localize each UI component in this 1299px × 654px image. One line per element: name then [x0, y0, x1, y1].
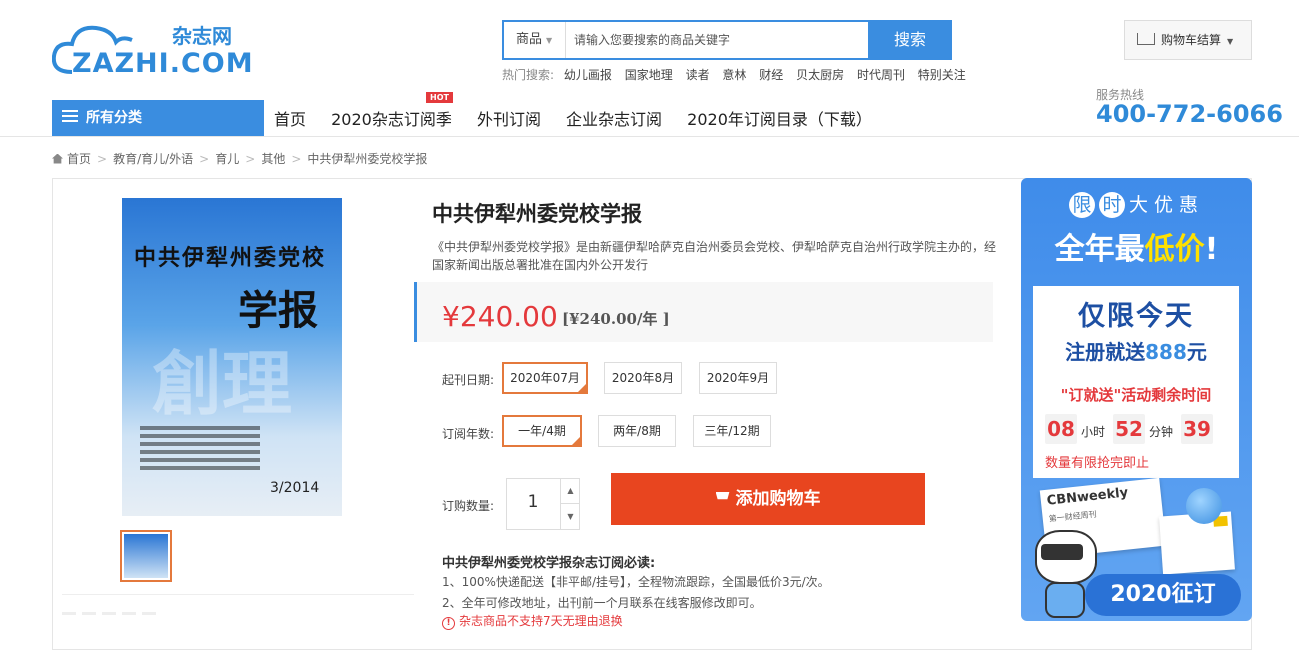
cover-watermark: 創理 [152, 343, 292, 425]
years-option[interactable]: 三年/12期 [693, 415, 771, 447]
breadcrumb: 首页 > 教育/育儿/外语 > 育儿 > 其他 > 中共伊犁州委党校学报 [52, 150, 427, 167]
hot-search-item[interactable]: 读者 [686, 68, 710, 82]
promo-today: 仅限今天 [1078, 301, 1194, 332]
cover-issue: 3/2014 [270, 480, 320, 496]
breadcrumb-item[interactable]: 首页 [67, 152, 91, 166]
promo-lowest-price: 全年最低价! [1054, 232, 1219, 267]
promo-banner[interactable]: 限时大优惠 全年最低价! 仅限今天 注册就送888元 "订就送"活动剩余时间 0… [1021, 178, 1252, 621]
cover-text-lines [140, 426, 260, 474]
promo-2020-badge: 2020征订 [1085, 574, 1241, 616]
hot-search-label: 热门搜索: [502, 68, 555, 82]
search-button[interactable]: 搜索 [868, 20, 952, 60]
years-label: 订阅年数: [442, 427, 495, 441]
menu-icon [62, 110, 78, 122]
hot-search-item[interactable]: 特别关注 [918, 68, 966, 82]
thumb-divider [62, 594, 414, 595]
promo-register-bonus: 注册就送888元 [1065, 340, 1207, 364]
product-title: 中共伊犁州委党校学报 [432, 202, 642, 226]
years-option-selected[interactable]: 一年/4期 [502, 415, 582, 447]
price-per-year: [¥240.00/年 ] [562, 310, 670, 328]
product-description: 《中共伊犁州委党校学报》是由新疆伊犁哈萨克自治州委员会党校、伊犁哈萨克自治州行政… [432, 240, 997, 272]
promo-limited-time: 限时大优惠 [1021, 190, 1252, 218]
breadcrumb-item[interactable]: 育儿 [215, 152, 239, 166]
cart-label: 购物车结算 [1161, 33, 1222, 47]
hot-search-item[interactable]: 幼儿画报 [564, 68, 612, 82]
breadcrumb-item[interactable]: 其他 [261, 152, 285, 166]
breadcrumb-current: 中共伊犁州委党校学报 [307, 152, 428, 166]
years-option[interactable]: 两年/8期 [598, 415, 676, 447]
countdown-seconds: 39 [1181, 414, 1214, 444]
notice-title: 中共伊犁州委党校学报杂志订阅必读: [442, 556, 656, 571]
logo-cn-text: 杂志网 [172, 24, 232, 48]
hot-search-item[interactable]: 意林 [722, 68, 746, 82]
countdown-minutes: 52 [1113, 414, 1146, 444]
search-input[interactable] [568, 22, 868, 58]
chevron-down-icon: ▼ [546, 36, 553, 45]
chevron-down-icon: ▼ [1227, 37, 1234, 46]
nav-item-catalog[interactable]: 2020年订阅目录（下载） [687, 110, 872, 129]
start-option-selected[interactable]: 2020年07月 [502, 362, 588, 394]
nav-item-foreign[interactable]: 外刊订阅 [477, 110, 541, 129]
quantity-label: 订购数量: [442, 499, 495, 513]
hotline-number: 400-772-6066 [1096, 100, 1283, 128]
decorative-orb-icon [1186, 488, 1222, 524]
countdown-hours: 08 [1045, 414, 1077, 444]
add-to-cart-button[interactable]: 添加购物车 [611, 473, 925, 525]
start-option[interactable]: 2020年8月 [604, 362, 682, 394]
promo-limited: 数量有限抢完即止 [1045, 456, 1150, 471]
hot-badge: HOT [426, 92, 453, 103]
search-bar: 商品▼ 搜索 [502, 20, 952, 60]
nav-divider [0, 136, 1299, 137]
add-to-cart-label: 添加购物车 [735, 489, 821, 509]
info-icon: ! [442, 617, 455, 630]
all-categories-label: 所有分类 [86, 110, 142, 126]
quantity-decrease-icon[interactable]: ▼ [560, 504, 580, 530]
cart-icon [1137, 32, 1155, 45]
quantity-increase-icon[interactable]: ▲ [560, 478, 580, 504]
hot-search-item[interactable]: 贝太厨房 [796, 68, 844, 82]
home-icon [52, 153, 63, 164]
notice-line: 1、100%快递配送【非平邮/挂号】，全程物流跟踪，全国最低价3元/次。 [442, 575, 830, 589]
hot-search: 热门搜索: 幼儿画报 国家地理 读者 意林 财经 贝太厨房 时代周刊 特别关注 [502, 66, 975, 83]
notice-line: 2、全年可修改地址，出刊前一个月联系在线客服修改即可。 [442, 596, 762, 610]
logo-en-text: ZAZHI.COM [72, 48, 254, 79]
main-nav: 首页 2020杂志订阅季 外刊订阅 企业杂志订阅 2020年订阅目录（下载） [274, 106, 892, 130]
start-option[interactable]: 2020年9月 [699, 362, 777, 394]
product-price: ¥240.00 [442, 300, 558, 333]
quantity-input[interactable]: 1 [506, 492, 560, 512]
return-warning: ! 杂志商品不支持7天无理由退换 [442, 612, 623, 630]
cart-icon [715, 491, 730, 500]
return-warning-text: 杂志商品不支持7天无理由退换 [459, 614, 623, 628]
promo-countdown: 08 小时 52 分钟 39 [1045, 414, 1231, 444]
thumb-indicators [62, 600, 412, 615]
cover-title-line1: 中共伊犁州委党校 [134, 246, 327, 271]
cart-button[interactable]: 购物车结算 ▼ [1124, 20, 1252, 60]
hot-search-item[interactable]: 时代周刊 [857, 68, 905, 82]
all-categories-button[interactable]: 所有分类 [52, 100, 264, 136]
nav-item-home[interactable]: 首页 [274, 110, 306, 129]
cover-thumbnail[interactable] [120, 530, 172, 582]
promo-card: 仅限今天 注册就送888元 "订就送"活动剩余时间 08 小时 52 分钟 39 数量有… [1033, 286, 1239, 478]
product-cover-image: 中共伊犁州委党校 学报 創理 3/2014 [122, 198, 342, 516]
site-logo[interactable]: 杂志网 ZAZHI.COM [52, 14, 254, 79]
hot-search-item[interactable]: 国家地理 [625, 68, 673, 82]
start-date-label: 起刊日期: [442, 373, 495, 387]
nav-item-enterprise[interactable]: 企业杂志订阅 [566, 110, 662, 129]
hot-search-item[interactable]: 财经 [759, 68, 783, 82]
breadcrumb-item[interactable]: 教育/育儿/外语 [113, 152, 193, 166]
nav-item-2020-season[interactable]: 2020杂志订阅季 [331, 110, 452, 129]
search-category-select[interactable]: 商品 ▼ [504, 22, 566, 58]
promo-activity: "订就送"活动剩余时间 [1060, 386, 1212, 404]
